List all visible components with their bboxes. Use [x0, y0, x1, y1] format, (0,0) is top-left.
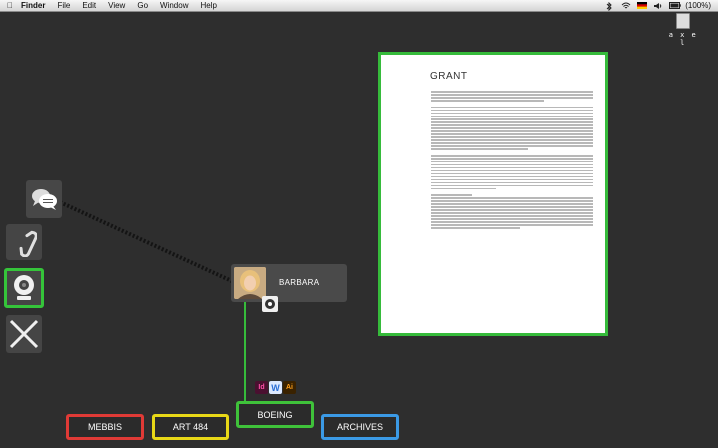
contact-video-icon[interactable]	[262, 296, 278, 312]
illustrator-icon[interactable]: Ai	[283, 381, 296, 394]
chat-connection-line	[59, 200, 235, 284]
indesign-icon[interactable]: Id	[255, 381, 268, 394]
app-icons: Id W Ai	[255, 381, 296, 394]
chat-button[interactable]	[26, 180, 62, 218]
webcam-icon	[14, 275, 34, 300]
chat-bubbles-icon	[32, 189, 57, 210]
close-icon	[9, 319, 39, 349]
document-preview[interactable]: GRANT	[378, 52, 608, 336]
document-body	[431, 91, 593, 234]
document-title: GRANT	[430, 71, 468, 82]
folder-archives-button[interactable]: ARCHIVES	[321, 414, 399, 440]
folder-mebbis-button[interactable]: MEBBIS	[66, 414, 144, 440]
contact-name: BARBARA	[279, 278, 320, 287]
phone-icon	[19, 230, 37, 257]
video-button[interactable]	[4, 268, 44, 308]
folder-boeing-button[interactable]: BOEING	[236, 401, 314, 428]
contact-card[interactable]: BARBARA	[231, 264, 347, 312]
phone-button[interactable]	[6, 224, 42, 260]
connection-lines	[59, 200, 246, 402]
avatar	[234, 267, 266, 299]
word-icon[interactable]: W	[269, 381, 282, 394]
folder-art484-button[interactable]: ART 484	[152, 414, 229, 440]
close-button[interactable]	[6, 315, 42, 353]
